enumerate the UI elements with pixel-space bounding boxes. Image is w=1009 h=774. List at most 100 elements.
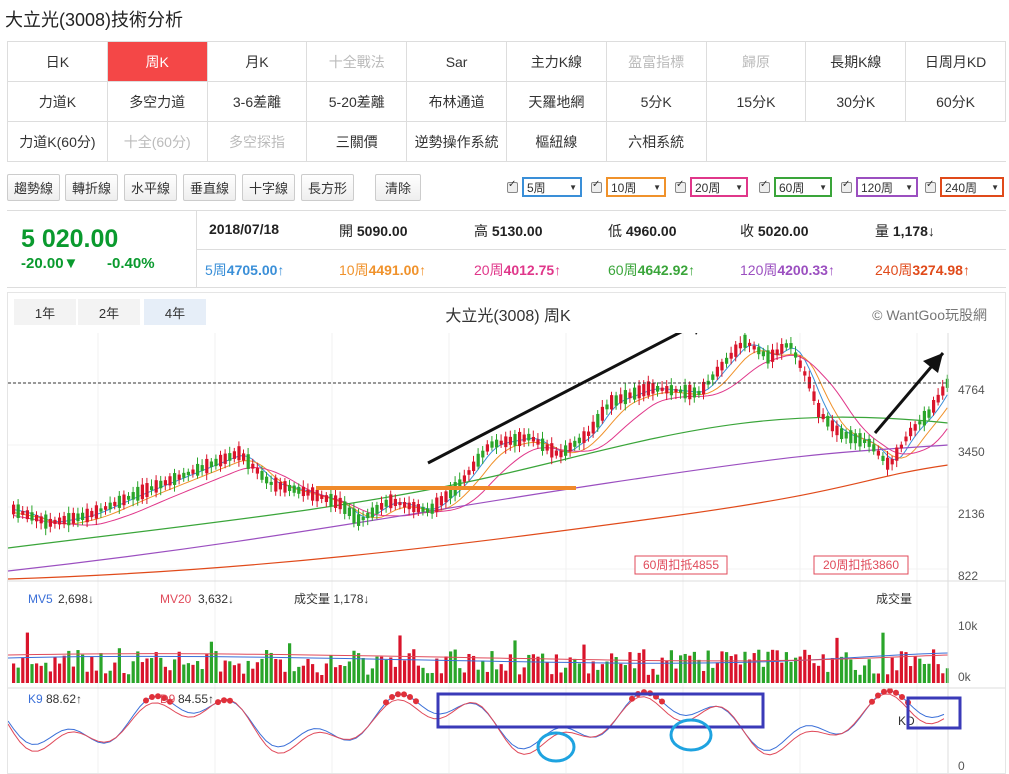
vol-tick: 0k [958,670,972,684]
ma-dropdown[interactable]: 10周 ▼ [606,177,666,197]
vol-mv5-label: MV5 [28,592,53,606]
quote-close: 收 5020.00 [740,223,809,239]
ma-checkbox[interactable] [841,179,852,193]
crosshair-button[interactable]: 十字線 [242,174,295,201]
kd-k-label: K9 [28,692,43,706]
tab-0-4[interactable]: Sar [407,42,507,82]
tab-1-8[interactable]: 30分K [806,82,907,122]
tab-0-9[interactable]: 日周月KD [906,42,1006,82]
ma-dropdown[interactable]: 240周 ▼ [940,177,1004,197]
ma-checkbox[interactable] [759,179,770,193]
quote-panel: 5 020.00 -20.00▼ -0.40% 2018/07/18 開 509… [7,210,1006,288]
price-change: -20.00▼ [21,255,79,272]
rectangle-button[interactable]: 長方形 [301,174,354,201]
chart-area[interactable]: 1年 2年 4年 大立光(3008) 周K © WantGoo玩股網 4764 … [7,292,1006,774]
quote-date: 2018/07/18 [209,221,280,237]
chevron-down-icon: ▼ [991,182,999,192]
vol-right-label: 成交量 [876,591,912,606]
price-tick: 3450 [958,445,985,459]
ma-checkbox[interactable] [675,179,686,193]
vol-tick: 10k [958,619,978,633]
price-tick: 822 [958,569,978,583]
zigzag-button[interactable]: 轉折線 [65,174,118,201]
vol-label: 成交量 1,178↓ [294,591,369,606]
ma-dropdown[interactable]: 60周 ▼ [774,177,832,197]
ma-dropdown[interactable]: 120周 ▼ [856,177,918,197]
tab-1-7[interactable]: 15分K [706,82,807,122]
tab-0-2[interactable]: 月K [207,42,308,82]
last-price: 5 020.00 [21,225,119,253]
kd-tick: 0 [958,759,965,773]
drawing-toolbar: 趨勢線 轉折線 水平線 垂直線 十字線 長方形 清除 5周▼10周▼20周▼60… [7,174,1006,202]
tab-1-2[interactable]: 3-6差離 [207,82,308,122]
tab-1-3[interactable]: 5-20差離 [307,82,408,122]
tab-1-1[interactable]: 多空力道 [107,82,208,122]
kd-d-value: 84.55↑ [178,692,214,706]
vol-mv5-value: 2,698↓ [58,592,94,606]
clear-button[interactable]: 清除 [375,174,421,201]
price-block: 5 020.00 -20.00▼ -0.40% [7,211,197,288]
highlight-box-1 [436,692,765,729]
ma-dropdown-label: 20周 [695,180,721,195]
ma-dropdown[interactable]: 5周 ▼ [522,177,582,197]
chevron-down-icon: ▼ [653,182,661,192]
ma-dropdown-label: 5周 [527,180,546,195]
price-tick: 4764 [958,383,985,397]
trend-arrow-1 [427,333,683,465]
chevron-down-icon: ▼ [819,182,827,192]
ma-select-1[interactable]: 10周 ▼ [591,177,666,197]
vol-mv20-value: 3,632↓ [198,592,234,606]
circle-mark-2 [669,718,713,752]
tab-2-1[interactable]: 十全(60分) [107,122,208,162]
tab-0-5[interactable]: 主力K線 [506,42,607,82]
ma-value-4: 120周4200.33↑ [740,262,835,278]
indicator-tabs: 日K 周K 月K 十全戰法 Sar 主力K線 盈富指標 歸原 長期K線 日周月KD 力道K 多空力道 3… [7,41,1006,162]
tab-0-1[interactable]: 周K [107,42,208,82]
tab-1-0[interactable]: 力道K [8,82,108,122]
ma-checkbox[interactable] [925,179,936,193]
tab-1-9[interactable]: 60分K [906,82,1006,122]
tab-1-5[interactable]: 天羅地網 [506,82,607,122]
quote-volume: 量 1,178↓ [875,223,935,239]
ma-value-0: 5周4705.00↑ [205,262,285,278]
tab-2-2[interactable]: 多空探指 [207,122,308,162]
tab-0-3[interactable]: 十全戰法 [307,42,408,82]
vol-mv20-label: MV20 [160,592,192,606]
ma-select-2[interactable]: 20周 ▼ [675,177,748,197]
ma-select-5[interactable]: 240周 ▼ [925,177,1004,197]
ma-checkbox[interactable] [591,179,602,193]
chevron-down-icon: ▼ [905,182,913,192]
circle-mark-1 [536,731,576,763]
price-change-pct: -0.40% [107,255,155,272]
tab-0-7[interactable]: 歸原 [706,42,807,82]
quote-open: 開 5090.00 [339,223,408,239]
ma-dropdown[interactable]: 20周 ▼ [690,177,748,197]
ma-select-0[interactable]: 5周 ▼ [507,177,582,197]
quote-high: 高 5130.00 [474,223,543,239]
tab-0-8[interactable]: 長期K線 [806,42,907,82]
tab-1-6[interactable]: 5分K [606,82,707,122]
trendline-button[interactable]: 趨勢線 [7,174,60,201]
chart-canvas: 4764 3450 2136 822 60周扣抵4855 20周扣抵3860 M… [8,333,1005,773]
chevron-down-icon: ▼ [569,182,577,192]
ma-dropdown-label: 60周 [779,180,805,195]
ma-select-4[interactable]: 120周 ▼ [841,177,918,197]
tab-2-3[interactable]: 三關價 [307,122,408,162]
tab-2-4[interactable]: 逆勢操作系統 [407,122,507,162]
ma-value-3: 60周4642.92↑ [608,262,696,278]
tab-0-0[interactable]: 日K [8,42,108,82]
ma-dropdown-label: 10周 [611,180,637,195]
tab-row-filler [706,122,1006,162]
vertical-line-button[interactable]: 垂直線 [183,174,236,201]
ma-select-3[interactable]: 60周 ▼ [759,177,832,197]
tab-2-0[interactable]: 力道K(60分) [8,122,108,162]
tab-0-6[interactable]: 盈富指標 [606,42,707,82]
tab-2-5[interactable]: 樞紐線 [506,122,607,162]
ma-value-5: 240周3274.98↑ [875,262,970,278]
tag-60w: 60周扣抵4855 [643,558,719,572]
horizontal-line-button[interactable]: 水平線 [124,174,177,201]
tab-2-6[interactable]: 六相系統 [606,122,707,162]
ma-checkbox[interactable] [507,179,518,193]
tab-1-4[interactable]: 布林通道 [407,82,507,122]
ma-dropdown-label: 240周 [945,180,978,195]
